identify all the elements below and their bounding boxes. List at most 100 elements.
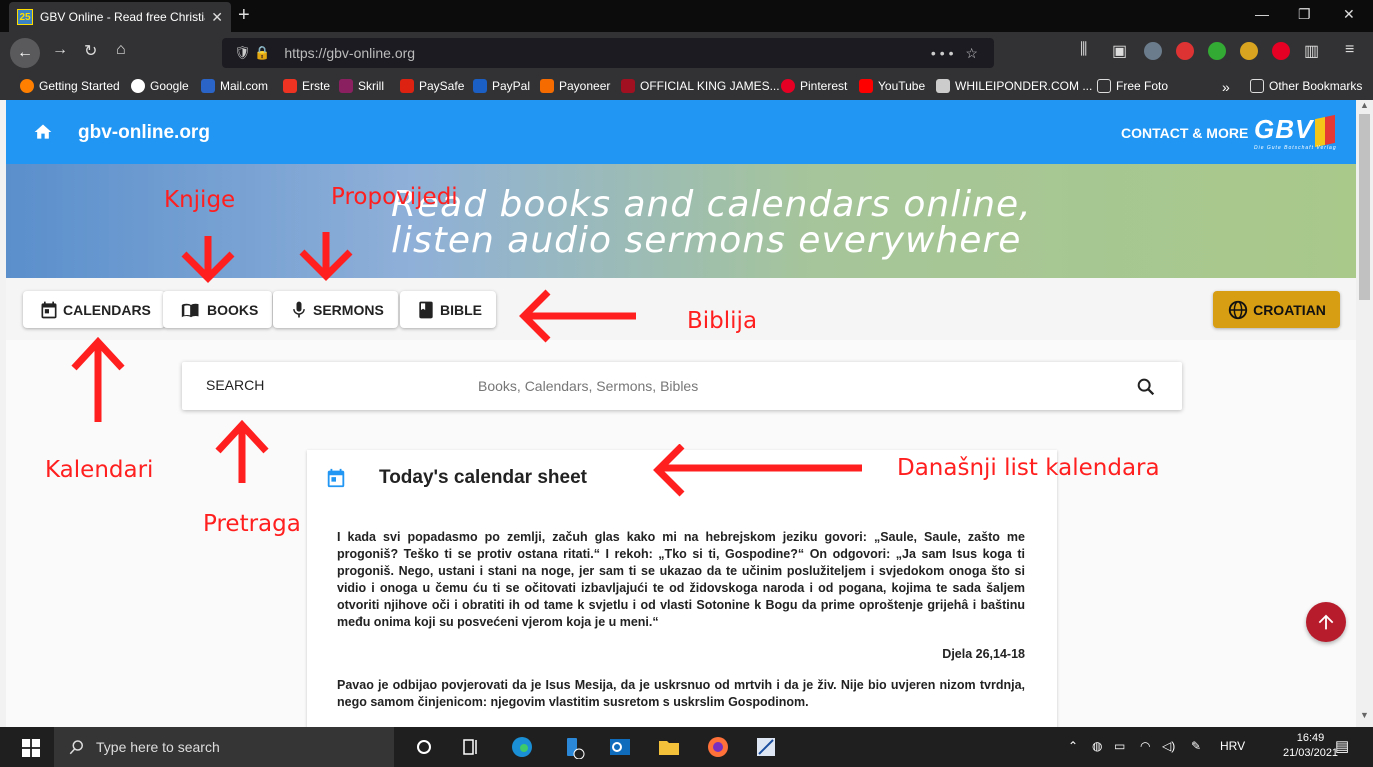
sermons-label: SERMONS: [313, 301, 384, 318]
bookmark-label: Other Bookmarks: [1269, 79, 1363, 93]
pinterest-extension-icon[interactable]: [1272, 42, 1290, 60]
bookmark-item[interactable]: PayPal: [473, 79, 530, 93]
bookmark-item[interactable]: Getting Started: [20, 79, 120, 93]
taskbar-clock[interactable]: 16:49 21/03/2021: [1283, 731, 1338, 761]
menu-icon[interactable]: ≡: [1345, 41, 1354, 59]
notifications-icon[interactable]: ▤: [1335, 737, 1349, 755]
arrow-annotation: [181, 236, 235, 283]
bookmark-item[interactable]: Mail.com: [201, 79, 268, 93]
bookmark-item[interactable]: OFFICIAL KING JAMES...: [621, 79, 780, 93]
lock-icon: 🛡 🔒: [234, 45, 271, 60]
tray-chevron-icon[interactable]: ⌃: [1068, 739, 1078, 753]
home-icon[interactable]: [33, 122, 53, 142]
books-label: BOOKS: [207, 301, 259, 318]
arrow-up-icon: [1318, 614, 1334, 630]
bookmark-item[interactable]: YouTube: [859, 79, 925, 93]
home-browser-icon[interactable]: ⌂: [116, 41, 126, 59]
extension-grid-icon[interactable]: ▥: [1304, 41, 1319, 61]
forward-icon[interactable]: →: [52, 41, 68, 59]
arrow-annotation: [71, 336, 125, 422]
file-explorer-icon[interactable]: [657, 735, 681, 759]
bookmark-item[interactable]: Pinterest: [781, 79, 847, 93]
scroll-down-icon[interactable]: ▼: [1360, 710, 1369, 720]
contact-more-link[interactable]: CONTACT & MORE: [1121, 125, 1248, 141]
reload-icon[interactable]: ↻: [84, 41, 97, 61]
bookmark-label: PayPal: [492, 79, 531, 93]
taskbar-search[interactable]: Type here to search: [54, 727, 394, 767]
url-text: https://gbv-online.org: [284, 45, 416, 61]
clock-time: 16:49: [1296, 732, 1325, 744]
bookmark-folder[interactable]: Free Foto: [1097, 79, 1168, 93]
calendars-button[interactable]: CALENDARS: [23, 291, 165, 328]
bookmark-label: Pinterest: [800, 79, 848, 93]
battery-icon[interactable]: ▭: [1114, 739, 1125, 753]
bookmark-label: WHILEIPONDER.COM ...: [955, 79, 1093, 93]
url-bar[interactable]: 🛡 🔒 https://gbv-online.org ••• ☆: [222, 38, 994, 68]
bookmark-item[interactable]: Erste: [283, 79, 330, 93]
other-bookmarks-folder[interactable]: Other Bookmarks: [1250, 79, 1362, 93]
new-tab-icon[interactable]: +: [238, 4, 250, 27]
verse-reference: Djela 26,14-18: [942, 647, 1025, 661]
language-button[interactable]: CROATIAN: [1213, 291, 1340, 328]
task-view-icon[interactable]: [459, 735, 483, 759]
input-language[interactable]: HRV: [1220, 739, 1245, 753]
windows-start-icon[interactable]: [22, 739, 40, 757]
search-box[interactable]: SEARCH: [182, 362, 1182, 410]
banner-line-2: listen audio sermons everywhere: [391, 220, 1022, 261]
outlook-icon[interactable]: [608, 735, 632, 759]
bookmark-label: Skrill: [358, 79, 384, 93]
close-tab-icon[interactable]: ✕: [211, 9, 223, 26]
scroll-up-icon[interactable]: ▲: [1360, 100, 1369, 110]
extension-avatar-icon[interactable]: [1144, 42, 1162, 60]
bookmark-item[interactable]: PaySafe: [400, 79, 464, 93]
page-actions-menu: •••: [930, 44, 958, 61]
bookmark-item[interactable]: Skrill: [339, 79, 384, 93]
bible-label: BIBLE: [440, 301, 482, 318]
page-actions-icon[interactable]: ••• ☆: [931, 45, 982, 62]
wifi-icon[interactable]: ◠: [1140, 739, 1150, 753]
annotation-propovijedi: Propovijedi: [331, 184, 458, 210]
restore-icon[interactable]: ❐: [1298, 6, 1311, 23]
edge-icon[interactable]: [510, 735, 534, 759]
minimize-icon[interactable]: —: [1255, 6, 1269, 22]
pen-icon[interactable]: ✎: [1191, 739, 1201, 753]
firefox-icon[interactable]: [706, 735, 730, 759]
books-button[interactable]: BOOKS: [163, 291, 273, 328]
annotation-biblija: Biblija: [687, 308, 758, 334]
annotation-knjige: Knjige: [164, 187, 236, 213]
search-input[interactable]: [478, 372, 1078, 400]
search-label: SEARCH: [206, 377, 265, 393]
card-title: Today's calendar sheet: [379, 467, 587, 488]
library-icon[interactable]: ⫼: [1080, 41, 1087, 59]
scroll-thumb[interactable]: [1359, 114, 1370, 300]
bookmark-label: Payoneer: [559, 79, 611, 93]
snipping-tool-icon[interactable]: [754, 735, 778, 759]
extension-yellow-icon[interactable]: [1240, 42, 1258, 60]
sidebar-icon[interactable]: ▣: [1112, 41, 1127, 61]
arrow-annotation: [519, 289, 636, 343]
site-name[interactable]: gbv-online.org: [78, 122, 210, 144]
extension-shield-icon[interactable]: [1208, 42, 1226, 60]
bible-button[interactable]: BIBLE: [400, 291, 496, 328]
bible-icon: [419, 301, 433, 318]
bookmark-item[interactable]: Payoneer: [540, 79, 610, 93]
bookmark-item[interactable]: Google: [131, 79, 189, 93]
tray-app-icon[interactable]: ◍: [1092, 739, 1102, 753]
close-window-icon[interactable]: ✕: [1343, 6, 1355, 23]
browser-tab[interactable]: 25 GBV Online - Read free Christia ✕: [9, 2, 231, 32]
phone-app-icon[interactable]: [561, 735, 585, 759]
volume-icon[interactable]: ◁): [1162, 739, 1175, 753]
cortana-icon[interactable]: [412, 735, 436, 759]
search-icon[interactable]: [1135, 376, 1157, 398]
scroll-top-button[interactable]: [1306, 602, 1346, 642]
bookmarks-overflow-icon[interactable]: »: [1222, 79, 1230, 95]
back-icon[interactable]: ←: [10, 38, 40, 68]
bookmark-item[interactable]: WHILEIPONDER.COM ...: [936, 79, 1092, 93]
annotation-danasnji: Današnji list kalendara: [897, 455, 1160, 481]
bookmark-label: Erste: [302, 79, 331, 93]
sermons-button[interactable]: SERMONS: [273, 291, 398, 328]
gbv-logo[interactable]: GBV Die Gute Botschaft Verlag: [1254, 114, 1336, 151]
language-label: CROATIAN: [1253, 301, 1326, 318]
page-scrollbar[interactable]: ▲ ▼: [1356, 100, 1373, 727]
extension-red-icon[interactable]: [1176, 42, 1194, 60]
